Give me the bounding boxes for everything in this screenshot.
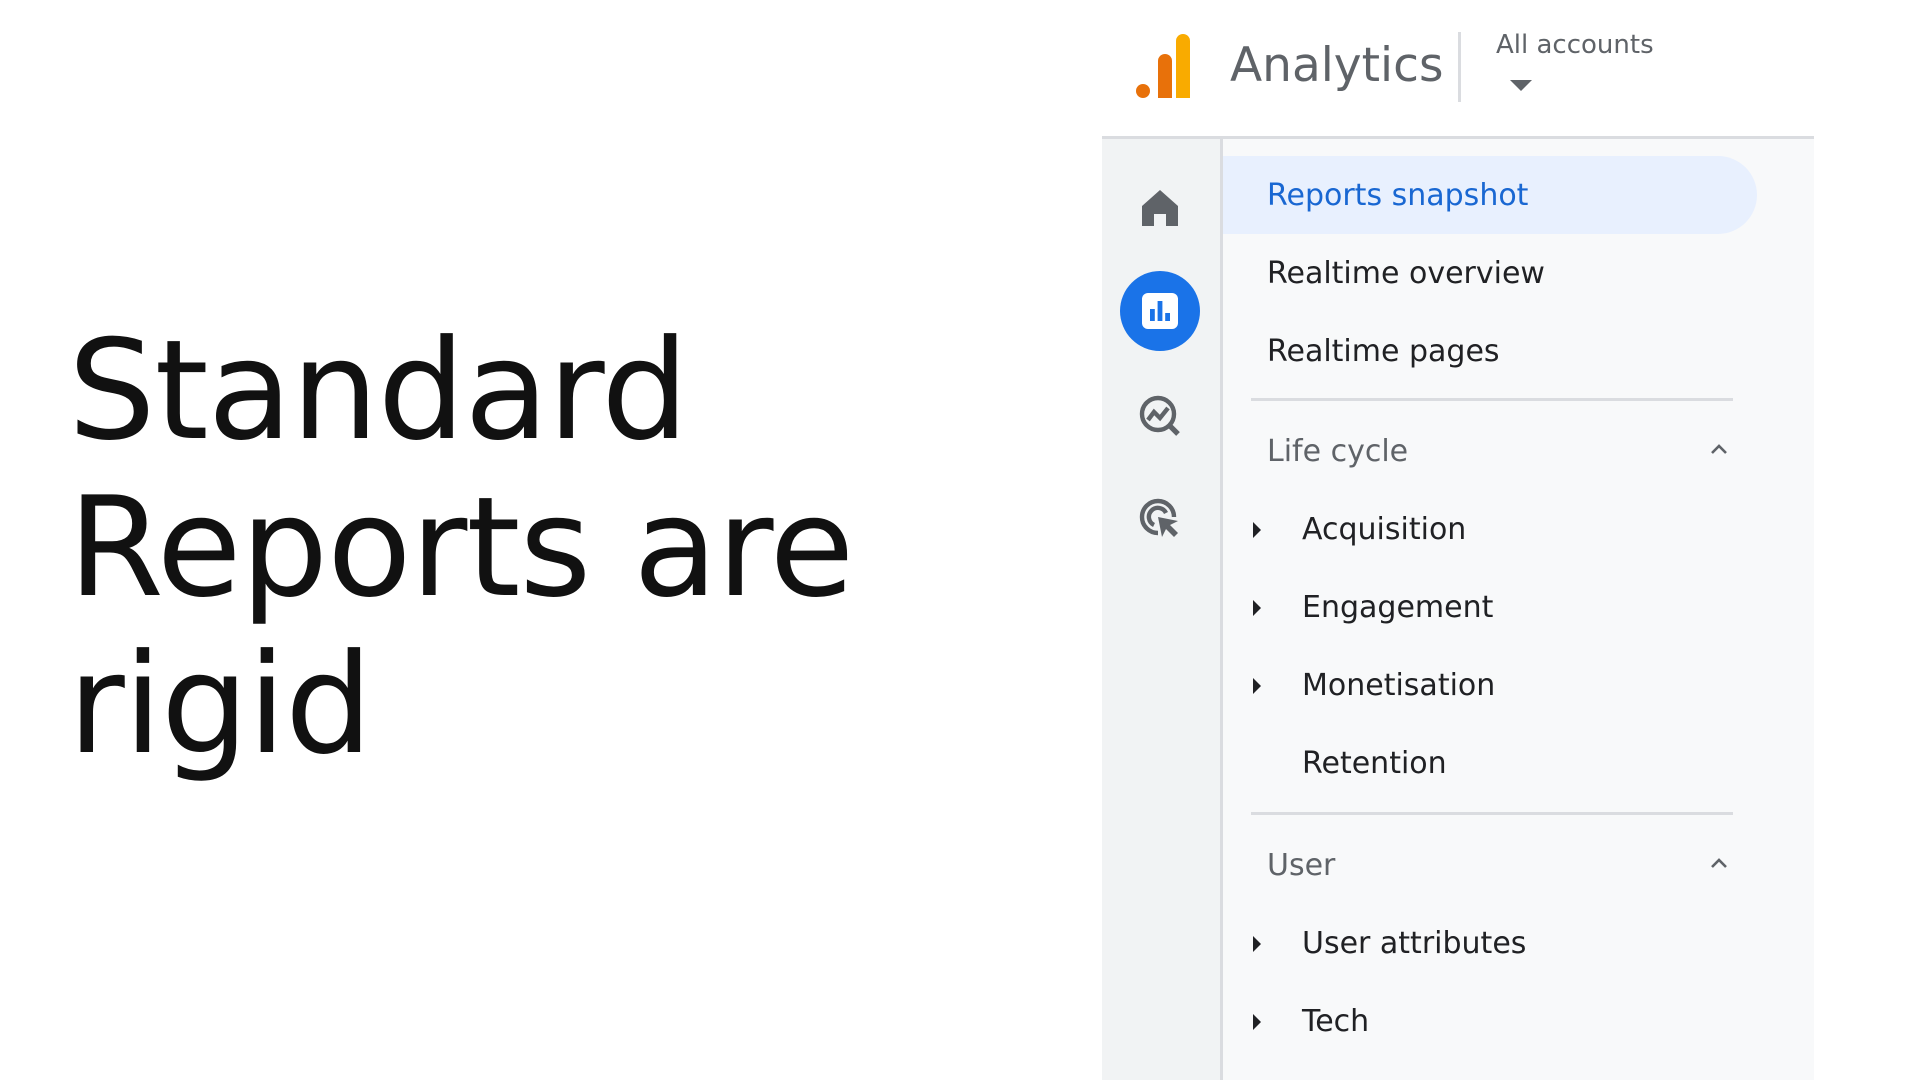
chevron-up-icon[interactable] [1707,851,1731,875]
expand-arrow-icon[interactable] [1253,936,1261,952]
analytics-logo-icon[interactable] [1134,34,1190,98]
nav-item-label: Realtime pages [1267,333,1500,369]
home-icon[interactable] [1120,168,1200,248]
expand-arrow-icon[interactable] [1253,600,1261,616]
nav-item-acquisition[interactable]: Acquisition [1223,490,1757,568]
reports-nav: Reports snapshot Realtime overview Realt… [1223,139,1814,1080]
divider [1251,398,1733,401]
nav-item-label: Tech [1302,1003,1370,1039]
expand-arrow-icon[interactable] [1253,522,1261,538]
top-bar: Analytics All accounts [1102,0,1814,139]
nav-item-monetisation[interactable]: Monetisation [1223,646,1757,724]
nav-item-label: Engagement [1302,589,1494,625]
nav-item-engagement[interactable]: Engagement [1223,568,1757,646]
nav-item-label: Retention [1302,745,1447,781]
nav-item-label: User attributes [1302,925,1527,961]
header-divider [1458,32,1461,102]
navigation-rail [1102,139,1223,1080]
slide-title-line-2: Reports are [68,467,854,628]
nav-item-label: Realtime overview [1267,255,1545,291]
reports-icon[interactable] [1120,271,1200,351]
nav-item-tech[interactable]: Tech [1223,982,1757,1060]
nav-item-reports-snapshot[interactable]: Reports snapshot [1223,156,1757,234]
slide-title: Standard Reports are rigid [68,312,968,783]
analytics-panel: Analytics All accounts Reports snapshot … [1102,0,1814,1080]
nav-item-label: Reports snapshot [1267,177,1529,213]
advertising-icon[interactable] [1120,479,1200,559]
expand-arrow-icon[interactable] [1253,678,1261,694]
account-selector[interactable]: All accounts [1496,30,1654,60]
section-user[interactable]: User [1223,835,1757,895]
app-name: Analytics [1230,38,1444,93]
section-life-cycle[interactable]: Life cycle [1223,421,1757,481]
section-title: User [1267,847,1336,883]
nav-item-user-attributes[interactable]: User attributes [1223,904,1757,982]
slide-title-line-1: Standard [68,310,689,471]
account-dropdown-icon[interactable] [1510,80,1532,91]
explore-icon[interactable] [1120,376,1200,456]
nav-item-realtime-pages[interactable]: Realtime pages [1223,312,1757,390]
section-title: Life cycle [1267,433,1409,469]
nav-item-label: Acquisition [1302,511,1467,547]
divider [1251,812,1733,815]
slide-title-line-3: rigid [68,624,373,785]
chevron-up-icon[interactable] [1707,437,1731,461]
nav-item-label: Monetisation [1302,667,1496,703]
nav-item-realtime-overview[interactable]: Realtime overview [1223,234,1757,312]
nav-item-retention[interactable]: Retention [1223,724,1757,802]
expand-arrow-icon[interactable] [1253,1014,1261,1030]
